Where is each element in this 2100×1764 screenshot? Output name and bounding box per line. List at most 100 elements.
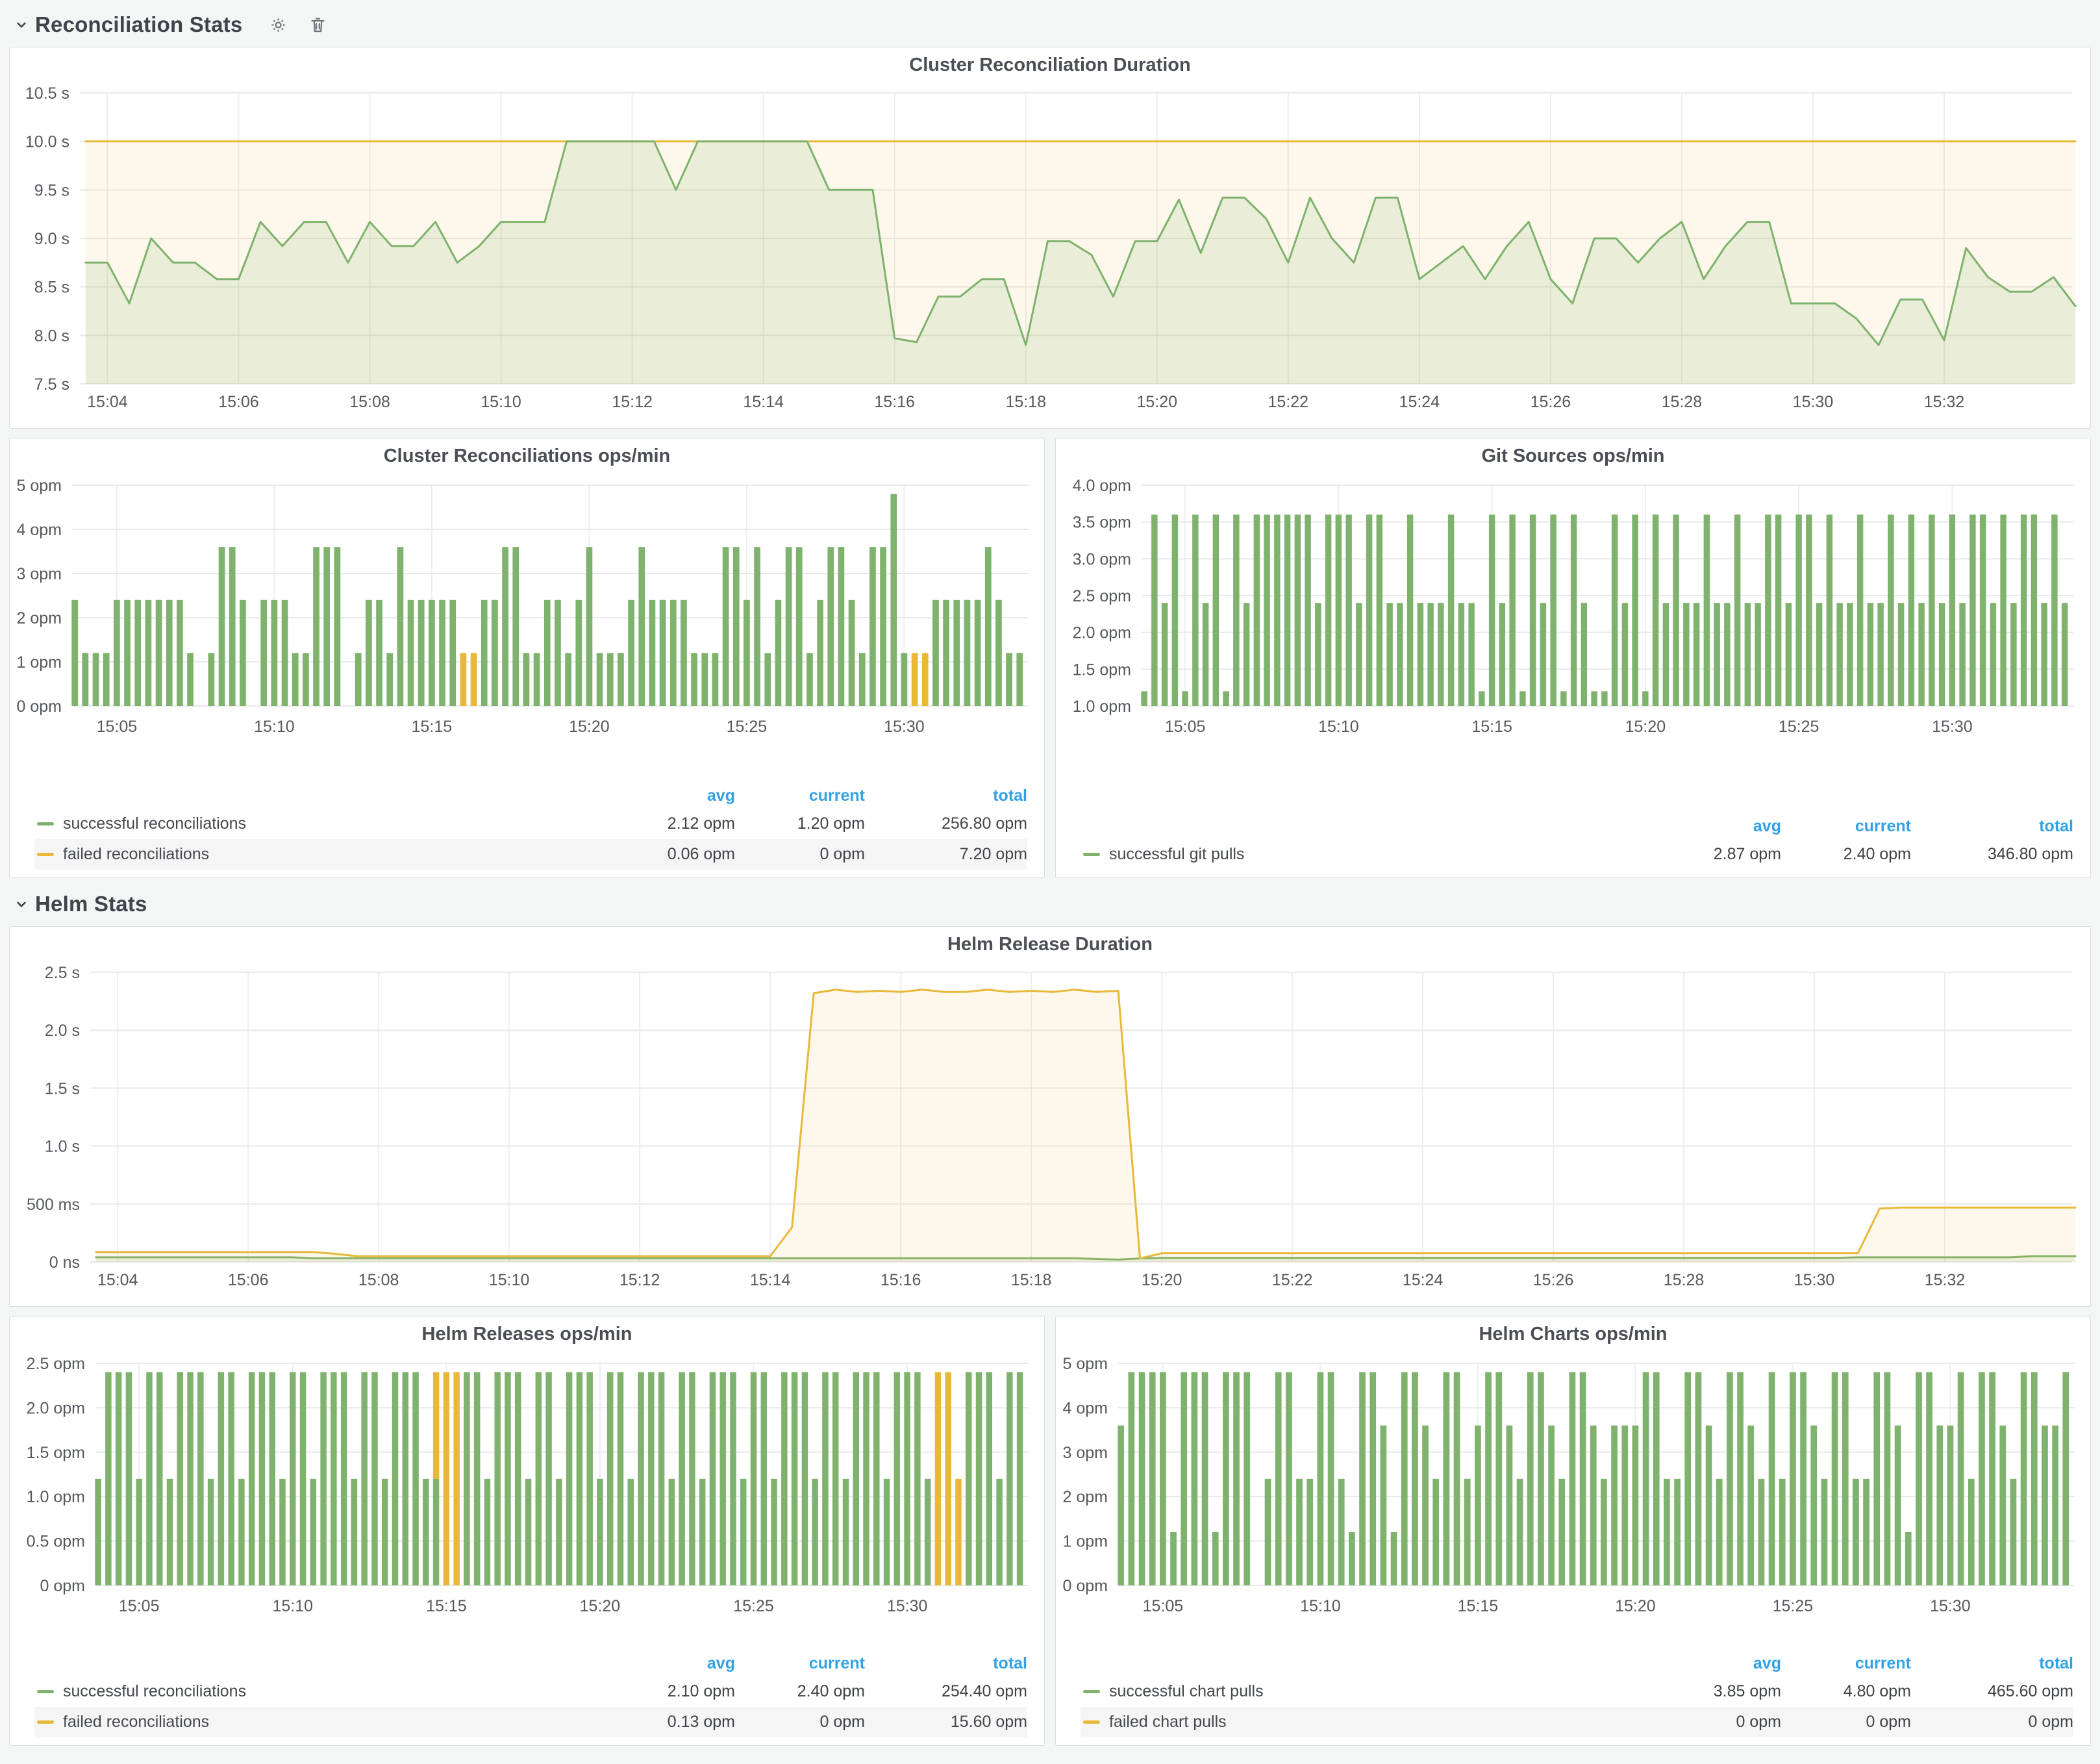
panel-title[interactable]: Git Sources ops/min [1056,438,2090,473]
legend-header: avgcurrenttotal [1081,813,2073,839]
legend-series-label[interactable]: failed reconciliations [34,1713,605,1732]
svg-text:15:15: 15:15 [412,718,453,736]
series-color-swatch [1083,853,1100,856]
legend-col-total[interactable]: total [1911,1654,2073,1673]
legend-stat-avg: 0 opm [1651,1713,1781,1732]
section-title-helm-stats[interactable]: Helm Stats [35,892,147,916]
legend-stat-avg: 2.87 opm [1651,845,1781,864]
chevron-down-icon[interactable] [13,16,30,33]
svg-text:2 opm: 2 opm [1063,1488,1108,1506]
svg-text:15:30: 15:30 [1930,1597,1971,1615]
svg-text:15:26: 15:26 [1533,1271,1574,1289]
legend-series-label[interactable]: successful git pulls [1081,845,1651,864]
svg-text:2.5 s: 2.5 s [45,964,80,982]
svg-text:0 opm: 0 opm [17,698,62,716]
svg-text:15:06: 15:06 [218,393,259,411]
legend-series-label[interactable]: successful reconciliations [34,814,605,833]
svg-text:1.0 opm: 1.0 opm [27,1488,85,1506]
panel-cluster-reconciliation-duration: Cluster Reconciliation Duration 15:0415:… [9,47,2091,429]
panel-git-sources-opm: Git Sources ops/min 15:0515:1015:1515:20… [1055,438,2091,878]
svg-text:1.0 s: 1.0 s [45,1138,80,1156]
panel-title[interactable]: Helm Charts ops/min [1056,1317,2090,1352]
legend-series-label[interactable]: successful reconciliations [34,1682,605,1701]
chart-helm-charts-opm[interactable]: 15:0515:1015:1515:2015:2515:305 opm4 opm… [1056,1352,2090,1620]
git-sources-opm-plot: 15:0515:1015:1515:2015:2515:304.0 opm3.5… [1056,473,2090,741]
helm-release-duration-plot: 15:0415:0615:0815:1015:1215:1415:1615:18… [10,962,2090,1294]
legend-stat-current: 0 opm [735,1713,865,1732]
series-color-swatch [37,822,54,825]
svg-text:15:10: 15:10 [481,393,521,411]
legend-series-label[interactable]: failed reconciliations [34,845,605,864]
legend-col-avg[interactable]: avg [1651,817,1781,836]
legend-col-current[interactable]: current [735,787,865,805]
legend-col-current[interactable]: current [1781,1654,1911,1673]
panel-title[interactable]: Cluster Reconciliation Duration [10,47,2090,82]
svg-text:2.0 s: 2.0 s [45,1022,80,1040]
svg-text:10.5 s: 10.5 s [25,84,69,103]
series-color-swatch [37,1720,54,1724]
svg-text:15:32: 15:32 [1924,393,1965,411]
legend-stat-total: 0 opm [1911,1713,2073,1732]
helm-releases-opm-plot: 15:0515:1015:1515:2015:2515:302.5 opm2.0… [10,1352,1044,1620]
svg-text:15:05: 15:05 [119,1597,160,1615]
legend-row: failed reconciliations0.13 opm0 opm15.60… [34,1707,1027,1737]
legend-stat-avg: 0.13 opm [605,1713,735,1732]
trash-icon[interactable] [308,15,328,35]
legend-header: avgcurrenttotal [34,783,1027,809]
section-title-reconciliation-stats[interactable]: Reconciliation Stats [35,12,242,37]
chart-helm-release-duration[interactable]: 15:0415:0615:0815:1015:1215:1415:1615:18… [10,962,2090,1294]
gear-icon[interactable] [268,15,288,35]
panel-title[interactable]: Helm Releases ops/min [10,1317,1044,1352]
svg-text:8.5 s: 8.5 s [34,279,69,297]
series-color-swatch [37,853,54,856]
svg-text:15:10: 15:10 [254,718,295,736]
panel-helm-charts-opm: Helm Charts ops/min 15:0515:1015:1515:20… [1055,1316,2091,1746]
svg-text:15:30: 15:30 [1932,718,1973,736]
svg-text:5 opm: 5 opm [17,477,62,495]
svg-text:15:08: 15:08 [349,393,390,411]
legend-series-label[interactable]: successful chart pulls [1081,1682,1651,1701]
svg-text:3 opm: 3 opm [1063,1444,1108,1462]
svg-text:2.0 opm: 2.0 opm [27,1399,85,1417]
legend-row: successful reconciliations2.10 opm2.40 o… [34,1676,1027,1707]
panel-title[interactable]: Cluster Reconciliations ops/min [10,438,1044,473]
legend-col-total[interactable]: total [865,787,1027,805]
svg-text:15:10: 15:10 [1318,718,1359,736]
svg-text:15:32: 15:32 [1925,1271,1966,1289]
legend-helm-releases: avgcurrenttotal successful reconciliation… [10,1650,1044,1745]
panel-title[interactable]: Helm Release Duration [10,927,2090,962]
svg-text:1.5 opm: 1.5 opm [27,1444,85,1462]
chart-cluster-reconciliation-duration[interactable]: 15:0415:0615:0815:1015:1215:1415:1615:18… [10,82,2090,416]
svg-text:0 opm: 0 opm [40,1577,85,1595]
svg-text:15:22: 15:22 [1272,1271,1313,1289]
legend-col-avg[interactable]: avg [605,787,735,805]
chart-cluster-reconciliations-opm[interactable]: 15:0515:1015:1515:2015:2515:305 opm4 opm… [10,473,1044,741]
legend-col-avg[interactable]: avg [1651,1654,1781,1673]
legend-row: successful reconciliations2.12 opm1.20 o… [34,809,1027,839]
svg-text:15:15: 15:15 [1458,1597,1499,1615]
legend-col-total[interactable]: total [865,1654,1027,1673]
legend-stat-current: 0 opm [1781,1713,1911,1732]
svg-text:15:18: 15:18 [1011,1271,1052,1289]
svg-text:7.5 s: 7.5 s [34,375,69,394]
legend-col-avg[interactable]: avg [605,1654,735,1673]
svg-text:15:20: 15:20 [1625,718,1666,736]
svg-text:15:10: 15:10 [272,1597,313,1615]
legend-col-current[interactable]: current [1781,817,1911,836]
svg-text:15:20: 15:20 [569,718,610,736]
legend-col-current[interactable]: current [735,1654,865,1673]
panel-helm-releases-opm: Helm Releases ops/min 15:0515:1015:1515:… [9,1316,1045,1746]
svg-text:8.0 s: 8.0 s [34,327,69,345]
svg-text:3.5 opm: 3.5 opm [1073,514,1131,532]
legend-series-label[interactable]: failed chart pulls [1081,1713,1651,1732]
svg-text:10.0 s: 10.0 s [25,133,69,151]
svg-text:15:30: 15:30 [887,1597,928,1615]
chevron-down-icon[interactable] [13,896,30,913]
svg-text:15:05: 15:05 [1143,1597,1184,1615]
svg-text:2.5 opm: 2.5 opm [27,1355,85,1373]
chart-git-sources-opm[interactable]: 15:0515:1015:1515:2015:2515:304.0 opm3.5… [1056,473,2090,741]
svg-text:4 opm: 4 opm [17,521,62,539]
svg-text:15:12: 15:12 [619,1271,660,1289]
chart-helm-releases-opm[interactable]: 15:0515:1015:1515:2015:2515:302.5 opm2.0… [10,1352,1044,1620]
legend-col-total[interactable]: total [1911,817,2073,836]
